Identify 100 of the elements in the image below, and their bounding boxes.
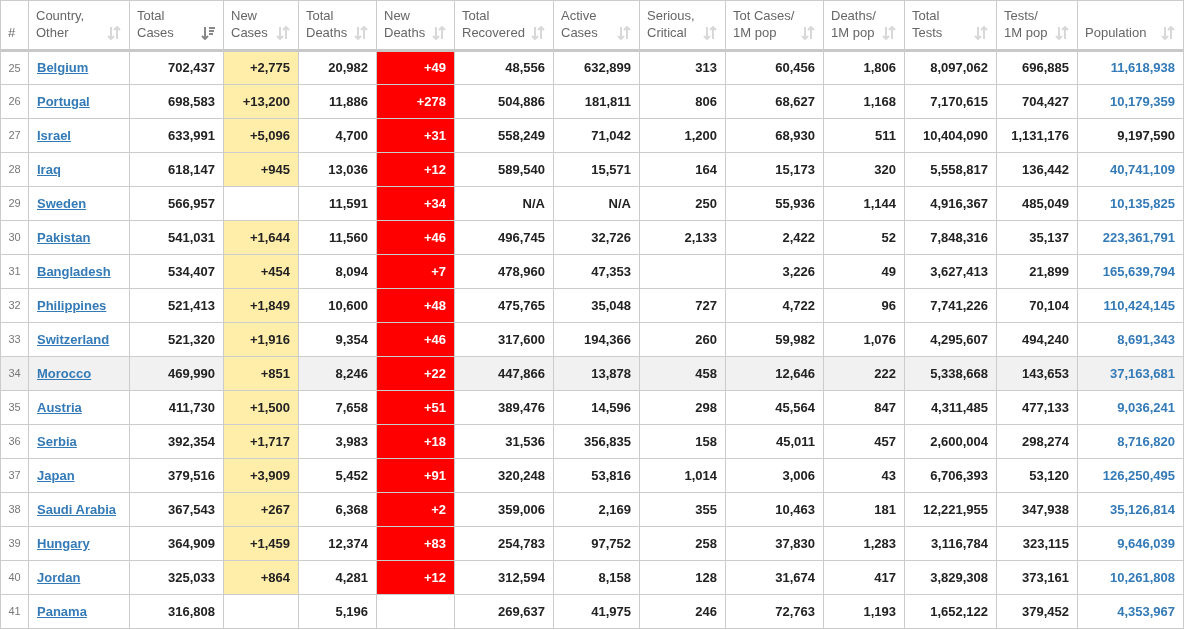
table-cell: 632,899 [553, 50, 640, 85]
sort-icon[interactable] [801, 26, 815, 40]
new-deaths-cell: +49 [376, 50, 455, 85]
table-cell: 534,407 [129, 254, 224, 289]
table-cell: 2,422 [725, 220, 824, 255]
table-cell: 55,936 [725, 186, 824, 221]
country-link[interactable]: Serbia [37, 433, 77, 449]
table-cell: 469,990 [129, 356, 224, 391]
table-cell: 43 [823, 458, 905, 493]
table-cell: 4,281 [298, 560, 377, 595]
table-cell: 68,627 [725, 84, 824, 119]
table-cell: 4,700 [298, 118, 377, 153]
table-cell: 1,131,176 [996, 118, 1078, 153]
table-cell: 323,115 [996, 526, 1078, 561]
table-cell: 320,248 [454, 458, 554, 493]
table-cell: 356,835 [553, 424, 640, 459]
column-header[interactable]: Population [1085, 24, 1147, 41]
country-link[interactable]: Israel [37, 127, 71, 143]
table-cell: 11,591 [298, 186, 377, 221]
table-cell: 4,311,485 [904, 390, 997, 425]
table-cell: 13,878 [553, 356, 640, 391]
table-cell: 2,600,004 [904, 424, 997, 459]
table-cell: 367,543 [129, 492, 224, 527]
table-cell: 511 [823, 118, 905, 153]
new-cases-cell: +1,916 [223, 322, 299, 357]
sort-icon[interactable] [1055, 26, 1069, 40]
table-cell: 48,556 [454, 50, 554, 85]
sort-icon[interactable] [882, 26, 896, 40]
table-cell: 475,765 [454, 288, 554, 323]
table-cell: 12,646 [725, 356, 824, 391]
table-cell: 317,600 [454, 322, 554, 357]
table-cell: 260 [639, 322, 726, 357]
table-cell: 8,094 [298, 254, 377, 289]
sort-icon[interactable] [703, 26, 717, 40]
table-cell: 5,452 [298, 458, 377, 493]
country-link[interactable]: Japan [37, 467, 75, 483]
sort-icon[interactable] [354, 26, 368, 40]
table-cell: 45,564 [725, 390, 824, 425]
sort-icon[interactable] [617, 26, 631, 40]
sort-icon[interactable] [201, 26, 215, 40]
table-cell: 136,442 [996, 152, 1078, 187]
table-cell: 389,476 [454, 390, 554, 425]
table-cell: 541,031 [129, 220, 224, 255]
new-cases-cell: +5,096 [223, 118, 299, 153]
table-cell: 521,320 [129, 322, 224, 357]
table-cell: 246 [639, 594, 726, 629]
table-cell: 15,173 [725, 152, 824, 187]
new-cases-cell: +945 [223, 152, 299, 187]
table-cell: 457 [823, 424, 905, 459]
table-cell: 696,885 [996, 50, 1078, 85]
table-cell: 298 [639, 390, 726, 425]
sort-icon[interactable] [276, 26, 290, 40]
rank-cell: 32 [0, 288, 29, 323]
rank-cell: 35 [0, 390, 29, 425]
new-cases-cell: +864 [223, 560, 299, 595]
table-cell: 8,158 [553, 560, 640, 595]
sort-icon[interactable] [531, 26, 545, 40]
table-cell: 618,147 [129, 152, 224, 187]
table-cell: 1,168 [823, 84, 905, 119]
country-link[interactable]: Jordan [37, 569, 81, 585]
table-cell: 364,909 [129, 526, 224, 561]
sort-icon[interactable] [1161, 26, 1175, 40]
table-cell: 4,916,367 [904, 186, 997, 221]
table-cell: 5,338,668 [904, 356, 997, 391]
table-cell: 59,982 [725, 322, 824, 357]
table-cell: 4,722 [725, 288, 824, 323]
column-header: # [8, 24, 16, 41]
new-deaths-cell: +34 [376, 186, 455, 221]
new-cases-cell: +267 [223, 492, 299, 527]
table-cell: 633,991 [129, 118, 224, 153]
table-cell: 49 [823, 254, 905, 289]
sort-icon[interactable] [107, 26, 121, 40]
rank-cell: 41 [0, 594, 29, 629]
table-cell: 96 [823, 288, 905, 323]
table-cell: 60,456 [725, 50, 824, 85]
table-cell: 1,144 [823, 186, 905, 221]
table-cell: 128 [639, 560, 726, 595]
table-cell: 258 [639, 526, 726, 561]
new-deaths-cell: +46 [376, 322, 455, 357]
sort-icon[interactable] [432, 26, 446, 40]
table-cell: 477,133 [996, 390, 1078, 425]
table-cell: 45,011 [725, 424, 824, 459]
rank-cell: 37 [0, 458, 29, 493]
table-cell: 7,658 [298, 390, 377, 425]
table-cell: 35,137 [996, 220, 1078, 255]
sort-icon[interactable] [974, 26, 988, 40]
table-cell: 3,627,413 [904, 254, 997, 289]
rank-cell: 36 [0, 424, 29, 459]
country-link[interactable]: Iraq [37, 161, 61, 177]
table-cell: 698,583 [129, 84, 224, 119]
table-cell: 164 [639, 152, 726, 187]
new-cases-cell: +1,644 [223, 220, 299, 255]
table-cell: 8,097,062 [904, 50, 997, 85]
table-cell: 222 [823, 356, 905, 391]
table-cell: 521,413 [129, 288, 224, 323]
new-deaths-cell: +31 [376, 118, 455, 153]
table-cell: 847 [823, 390, 905, 425]
table-cell: 181,811 [553, 84, 640, 119]
table-cell: 494,240 [996, 322, 1078, 357]
table-cell: 7,741,226 [904, 288, 997, 323]
